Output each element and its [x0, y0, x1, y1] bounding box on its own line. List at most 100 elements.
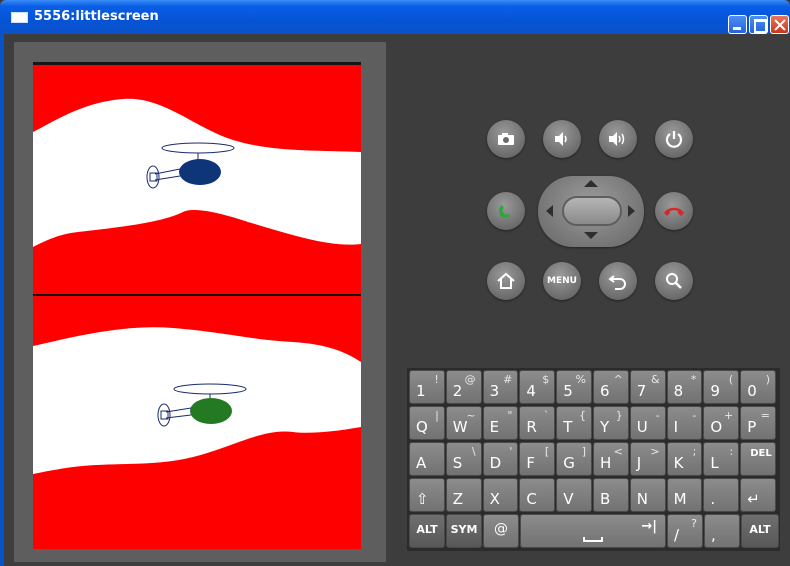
key-secondary-label: ( — [728, 373, 734, 386]
key-row3-3[interactable]: F[ — [519, 442, 556, 476]
key-row1-3[interactable]: 4 $ — [519, 370, 556, 404]
key-row2-3[interactable]: R ` — [519, 406, 556, 440]
alt-right-key[interactable]: ALT — [741, 514, 779, 548]
maximize-button[interactable] — [749, 15, 768, 34]
key-row3-1[interactable]: S \ — [445, 442, 482, 476]
key-row1-2[interactable]: 3 # — [482, 370, 519, 404]
window-app-icon — [11, 12, 28, 23]
home-button[interactable] — [487, 262, 525, 300]
call-icon — [487, 192, 525, 230]
key-primary-label: , — [711, 526, 716, 544]
volume-up-button[interactable] — [599, 120, 637, 158]
alt-left-key-label: ALT — [416, 523, 438, 536]
key-primary-label: L — [710, 454, 719, 472]
key-primary-label: Q — [416, 418, 428, 436]
key-row2-7[interactable]: I- — [666, 406, 703, 440]
search-button[interactable] — [655, 262, 693, 300]
alt-right-key-label: ALT — [749, 523, 771, 536]
key-row1-5[interactable]: 6 ^ — [593, 370, 629, 404]
key-row2-1[interactable]: W ~ — [445, 406, 482, 440]
alt-left-key[interactable]: ALT — [409, 514, 445, 548]
key-secondary-label: ) — [765, 373, 770, 386]
key-primary-label: 9 — [710, 382, 720, 400]
key-row3-9[interactable]: DEL — [740, 442, 776, 476]
key-secondary-label: * — [690, 373, 697, 386]
power-icon — [655, 120, 693, 158]
key-row1-8[interactable]: 9( — [703, 370, 740, 404]
key-row3-4[interactable]: G] — [556, 442, 592, 476]
key-row2-8[interactable]: O + — [703, 406, 740, 440]
key-row2-2[interactable]: E " — [482, 406, 519, 440]
space-key[interactable]: →| — [520, 514, 666, 548]
key-row1-9[interactable]: 0) — [740, 370, 776, 404]
key-row2-6[interactable]: U- — [629, 406, 666, 440]
menu-button[interactable]: MENU — [543, 262, 581, 300]
key-primary-label: 7 — [636, 382, 647, 400]
key-secondary-label: | — [435, 409, 439, 422]
close-button[interactable] — [770, 15, 789, 34]
key-secondary-label: ! — [434, 373, 439, 386]
key-row1-6[interactable]: 7 & — [629, 370, 666, 404]
space-bar-icon — [583, 537, 603, 542]
key-row4-0[interactable]: ⇧ — [409, 478, 445, 512]
sym-key[interactable]: SYM — [446, 514, 482, 548]
key-primary-label: Z — [452, 490, 464, 508]
key-row4-8[interactable]: . — [703, 478, 740, 512]
key-primary-label: DEL — [750, 448, 772, 459]
key-row3-8[interactable]: L: — [703, 442, 740, 476]
minimize-button[interactable] — [728, 15, 747, 34]
at-key[interactable]: @ — [483, 514, 519, 548]
key-secondary-label: : — [729, 445, 734, 458]
key-primary-label: 3 — [489, 382, 500, 400]
window-title-bar[interactable]: 5556:littlescreen — [0, 0, 790, 34]
key-row4-6[interactable]: N — [629, 478, 666, 512]
key-row2-0[interactable]: Q | — [409, 406, 445, 440]
key-row2-5[interactable]: Y} — [593, 406, 629, 440]
camera-button[interactable] — [487, 120, 525, 158]
dpad-down-icon — [584, 232, 598, 239]
key-row4-1[interactable]: Z — [445, 478, 482, 512]
power-button[interactable] — [655, 120, 693, 158]
key-row3-7[interactable]: K; — [666, 442, 703, 476]
dpad-right-icon — [628, 205, 635, 217]
key-primary-label: E — [489, 418, 500, 436]
key-row4-4[interactable]: V — [556, 478, 592, 512]
key-primary-label: X — [489, 490, 500, 508]
key-secondary-label: - — [692, 409, 697, 422]
key-row4-9[interactable]: ↵ — [740, 478, 776, 512]
key-secondary-label: ~ — [466, 409, 476, 422]
key-row4-3[interactable]: C — [519, 478, 556, 512]
comma-key[interactable]: , — [704, 514, 740, 548]
key-row3-2[interactable]: D ' — [482, 442, 519, 476]
key-primary-label: 2 — [452, 382, 463, 400]
call-button[interactable] — [487, 192, 525, 230]
back-button[interactable] — [599, 262, 637, 300]
key-row1-1[interactable]: 2 @ — [445, 370, 482, 404]
dpad-center-button[interactable] — [562, 196, 622, 226]
key-row4-5[interactable]: B — [593, 478, 629, 512]
key-row2-4[interactable]: T{ — [556, 406, 592, 440]
key-primary-label: B — [600, 490, 611, 508]
search-icon — [655, 262, 693, 300]
key-secondary-label: - — [655, 409, 660, 422]
key-row3-6[interactable]: J > — [629, 442, 666, 476]
key-primary-label: M — [673, 490, 687, 508]
key-row1-7[interactable]: 8 * — [666, 370, 703, 404]
key-row3-5[interactable]: H < — [593, 442, 629, 476]
key-row1-0[interactable]: 1! — [409, 370, 445, 404]
end-call-button[interactable] — [655, 192, 693, 230]
key-row4-2[interactable]: X — [482, 478, 519, 512]
slash-key[interactable]: /? — [667, 514, 703, 548]
key-primary-label: K — [673, 454, 684, 472]
key-secondary-label: [ — [544, 445, 550, 458]
emulator-screen[interactable] — [33, 62, 361, 549]
key-row2-9[interactable]: P = — [740, 406, 776, 440]
key-secondary-label: < — [613, 445, 623, 458]
key-row4-7[interactable]: M — [666, 478, 703, 512]
key-secondary-label: ; — [692, 445, 697, 458]
volume-down-button[interactable] — [543, 120, 581, 158]
key-secondary-label: & — [651, 373, 660, 386]
key-row3-0[interactable]: A — [409, 442, 445, 476]
key-row1-4[interactable]: 5% — [556, 370, 592, 404]
key-primary-label: O — [710, 418, 723, 436]
